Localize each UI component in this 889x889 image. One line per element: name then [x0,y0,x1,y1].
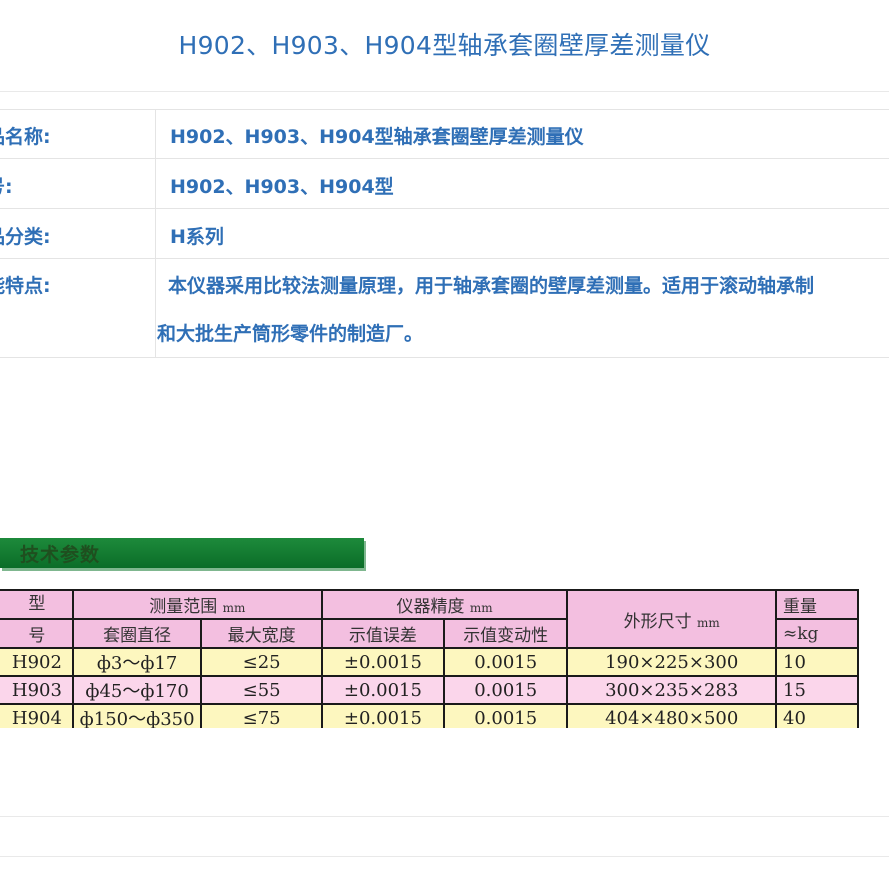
cell-model: H902 [0,647,74,677]
info-description-line: 本仪器采用比较法测量原理，用于轴承套圈的壁厚差测量。适用于滚动轴承制 [168,275,815,297]
cell-variation: 0.0015 [442,647,569,677]
column-divider [155,110,156,159]
info-label: 号: [0,176,13,198]
info-label: 品名称: [0,126,51,148]
info-row-features: 能特点: 本仪器采用比较法测量原理，用于轴承套圈的壁厚差测量。适用于滚动轴承制 … [0,258,889,358]
range-sub-width: 最大宽度 [200,618,323,649]
info-row-category: 品分类: H系列 [0,208,889,259]
model-header: 型 [0,589,74,620]
info-description-line: 和大批生产筒形零件的制造厂。 [157,323,424,345]
cell-diameter: ф3～ф17 [71,647,203,677]
info-value: H902、H903、H904型 [170,176,394,198]
cell-width: ≤25 [200,647,323,677]
weight-header: 重量 [775,589,859,620]
info-value: H902、H903、H904型轴承套圈壁厚差测量仪 [170,126,584,148]
range-header: 测量范围 mm [71,589,323,620]
info-label: 品分类: [0,226,51,248]
cell-model: H903 [0,675,74,705]
section-divider [0,816,889,817]
cell-error: ±0.0015 [320,703,446,728]
page-title: H902、H903、H904型轴承套圈壁厚差测量仪 [178,31,711,60]
spec-header-row: 型 测量范围 mm 仪器精度 mm 外形尺寸 mm 重量 [0,589,859,649]
column-divider [155,209,156,259]
cell-weight: 15 [775,675,859,705]
accuracy-header-label: 仪器精度 [396,597,465,617]
product-info-table: 品名称: H902、H903、H904型轴承套圈壁厚差测量仪 号: H902、H… [0,109,889,358]
cell-weight: 10 [775,647,859,677]
weight-unit: ≈kg [775,618,859,649]
cell-size: 300×235×283 [566,675,777,705]
spec-banner: 技术参数 [0,538,364,568]
info-value: H系列 [170,226,224,248]
title-divider [0,91,889,92]
cell-variation: 0.0015 [442,703,569,728]
info-row-model: 号: H902、H903、H904型 [0,158,889,209]
cell-error: ±0.0015 [320,675,446,705]
cell-size: 404×480×500 [566,703,777,728]
accuracy-header: 仪器精度 mm [320,589,569,620]
accuracy-unit: mm [469,601,493,615]
range-header-label: 测量范围 [149,597,218,617]
table-row: H903 ф45～ф170 ≤55 ±0.0015 0.0015 300×235… [0,675,859,705]
range-sub-diameter: 套圈直径 [71,618,203,649]
cell-model: H904 [0,703,74,728]
cell-error: ±0.0015 [320,647,446,677]
cell-size: 190×225×300 [566,647,777,677]
cell-diameter: ф150～ф350 [71,703,203,728]
spec-table: 型 测量范围 mm 仪器精度 mm 外形尺寸 mm 重量 号 套圈直径 最大宽度… [0,589,859,728]
column-divider [155,159,156,209]
cell-width: ≤75 [200,703,323,728]
info-row-name: 品名称: H902、H903、H904型轴承套圈壁厚差测量仪 [0,109,889,159]
section-divider [0,856,889,857]
cell-diameter: ф45～ф170 [71,675,203,705]
spec-banner-label: 技术参数 [20,544,101,566]
cell-width: ≤55 [200,675,323,705]
spec-table-image: 型 测量范围 mm 仪器精度 mm 外形尺寸 mm 重量 号 套圈直径 最大宽度… [0,589,889,728]
accuracy-sub-variation: 示值变动性 [442,618,569,649]
table-row: H902 ф3～ф17 ≤25 ±0.0015 0.0015 190×225×3… [0,647,859,677]
size-unit: mm [697,615,720,630]
column-divider [155,259,156,357]
cell-variation: 0.0015 [442,675,569,705]
accuracy-sub-error: 示值误差 [320,618,446,649]
size-header-label: 外形尺寸 [623,611,692,632]
info-label: 能特点: [0,275,51,297]
model-header-top: 型 [28,594,46,614]
model-header-bottom: 号 [0,618,74,649]
range-unit: mm [222,601,246,615]
table-row: H904 ф150～ф350 ≤75 ±0.0015 0.0015 404×48… [0,703,859,728]
cell-weight: 40 [775,703,859,728]
size-header: 外形尺寸 mm [566,589,777,649]
weight-header-label: 重量 [783,597,817,617]
